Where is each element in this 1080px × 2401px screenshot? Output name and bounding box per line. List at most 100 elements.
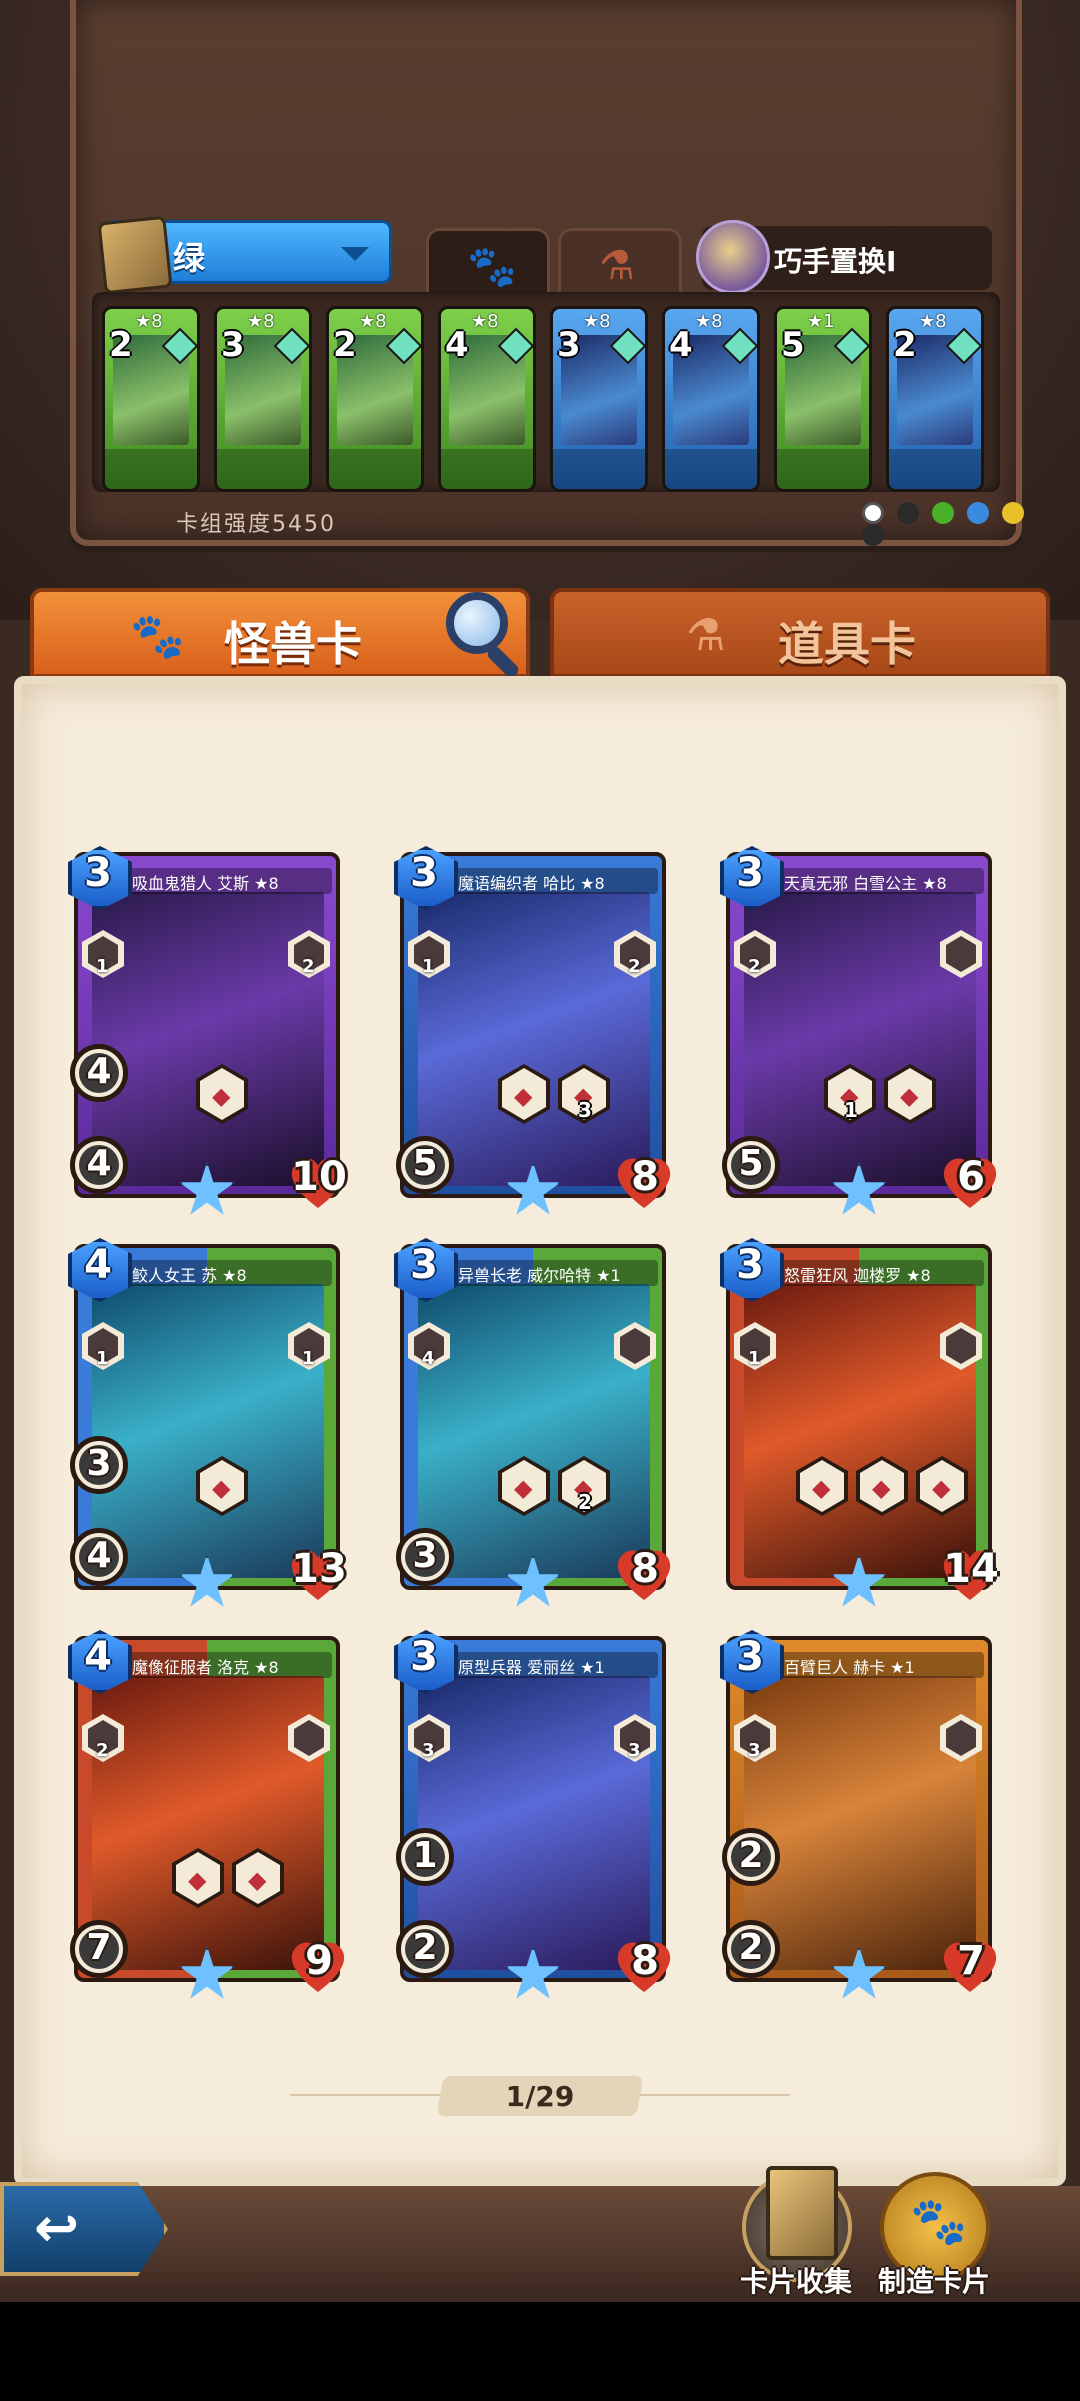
shield-value: 1: [412, 1835, 438, 1876]
deck-mini-card[interactable]: ★8 3: [550, 306, 648, 492]
card-attack-stat: 5: [722, 1136, 780, 1194]
tab-item-cards[interactable]: ⚗ 道具卡: [550, 588, 1050, 678]
deck-mini-card[interactable]: ★8 2: [326, 306, 424, 492]
filter-all-icon[interactable]: [862, 502, 884, 524]
card-hp-stat: 7: [940, 1938, 1000, 1994]
card-cost: 3: [736, 1634, 764, 1680]
deck-tab-monster[interactable]: 🐾: [426, 228, 550, 298]
card-art: [92, 1284, 324, 1578]
card-name: 吸血鬼猎人 艾斯 ★8: [132, 874, 279, 893]
card-name: 天真无邪 白雪公主 ★8: [784, 874, 947, 893]
monster-card[interactable]: 鲛人女王 苏 ★8 4 1 1 ◆ 3 4 13: [68, 1238, 340, 1618]
card-hp-stat: 14: [940, 1546, 1000, 1602]
monster-card[interactable]: 百臂巨人 赫卡 ★1 3 3 2 2 7: [720, 1630, 992, 2010]
shield-value: 4: [86, 1051, 112, 1092]
card-art: [92, 1676, 324, 1970]
deck-filter-icons[interactable]: [862, 502, 1062, 546]
card-cost: 4: [84, 1634, 112, 1680]
hp-value: 6: [957, 1154, 985, 1200]
card-name: 怒雷狂风 迦楼罗 ★8: [784, 1266, 931, 1285]
deck-tab-item[interactable]: ⚗: [558, 228, 682, 298]
tab-monster-cards[interactable]: 🐾 怪兽卡: [30, 588, 530, 680]
deck-skill-button[interactable]: 巧手置换I: [696, 220, 992, 294]
attack-value: 5: [738, 1143, 764, 1184]
pager-ornament-right: [630, 2094, 790, 2096]
card-collection-button[interactable]: 卡片收集: [740, 2166, 852, 2298]
card-stars: ★8: [135, 311, 163, 332]
monster-card[interactable]: 魔像征服者 洛克 ★8 4 2 ◆ ◆ 7 9: [68, 1630, 340, 2010]
filter-other-icon[interactable]: [862, 524, 884, 546]
card-cost: 4: [445, 325, 469, 365]
hp-value: 7: [957, 1938, 985, 1984]
deck-mini-card[interactable]: ★8 4: [438, 306, 536, 492]
deck-mini-card[interactable]: ★8 2: [102, 306, 200, 492]
filter-nature-icon[interactable]: [932, 502, 955, 524]
card-cost: 2: [893, 325, 917, 365]
filter-water-icon[interactable]: [967, 502, 990, 524]
craft-card-label: 制造卡片: [877, 2265, 990, 2298]
attack-value: 7: [86, 1927, 112, 1968]
deck-mini-card[interactable]: ★8 3: [214, 306, 312, 492]
card-stars: ★8: [247, 311, 275, 332]
monster-card[interactable]: 原型兵器 爱丽丝 ★1 3 3 3 1 2 8: [394, 1630, 666, 2010]
card-art: [744, 892, 976, 1186]
card-cost: 4: [84, 1242, 112, 1288]
shield-value: 2: [738, 1835, 764, 1876]
trait-value: 3: [748, 1740, 761, 1761]
potion-icon: ⚗: [686, 610, 726, 661]
card-cost: 5: [781, 325, 805, 365]
card-cost: 3: [410, 1242, 438, 1288]
back-arrow-icon: ↩: [34, 2196, 80, 2259]
skill-avatar: [696, 220, 770, 294]
card-frame: 怒雷狂风 迦楼罗 ★8: [726, 1244, 992, 1590]
tab-item-label: 道具卡: [778, 617, 916, 671]
filter-dark-icon[interactable]: [897, 502, 920, 524]
search-icon: [446, 592, 508, 654]
chevron-down-icon: [341, 247, 369, 261]
monster-card[interactable]: 异兽长老 威尔哈特 ★1 3 4 ◆ ◆ 2 3 8: [394, 1238, 666, 1618]
card-stars: ★8: [919, 311, 947, 332]
deck-mini-card[interactable]: ★8 2: [886, 306, 984, 492]
attack-value: 4: [86, 1535, 112, 1576]
card-cost: 4: [669, 325, 693, 365]
card-stars: ★8: [359, 311, 387, 332]
trait-value: 2: [748, 956, 761, 977]
monster-card[interactable]: 魔语编织者 哈比 ★8 3 1 2 ◆ ◆ 3 5 8: [394, 846, 666, 1226]
deck-book-icon: [97, 215, 173, 295]
tab-monster-label: 怪兽卡: [224, 617, 362, 671]
card-stars: ★1: [807, 311, 835, 332]
trait-value: 1: [96, 956, 109, 977]
card-hp-stat: 8: [614, 1938, 674, 1994]
deck-mini-card[interactable]: ★1 5: [774, 306, 872, 492]
card-attack-stat: 2: [396, 1920, 454, 1978]
deck-select-dropdown[interactable]: 绿: [97, 215, 392, 295]
monster-card[interactable]: 吸血鬼猎人 艾斯 ★8 3 1 2 ◆ 4 4 10: [68, 846, 340, 1226]
back-button[interactable]: ↩: [0, 2182, 168, 2276]
card-hp-stat: 8: [614, 1546, 674, 1602]
paw-icon: 🐾: [910, 2194, 968, 2248]
card-hp-stat: 9: [288, 1938, 348, 1994]
trait-value: 2: [96, 1740, 109, 1761]
card-collection-label: 卡片收集: [739, 2265, 852, 2298]
card-attack-stat: 4: [70, 1136, 128, 1194]
card-cost: 2: [109, 325, 133, 365]
card-name: 魔语编织者 哈比 ★8: [458, 874, 605, 893]
card-stars: ★8: [695, 311, 723, 332]
potion-icon: ⚗: [599, 243, 635, 289]
card-hp-stat: 6: [940, 1154, 1000, 1210]
paw-icon: 🐾: [130, 611, 185, 662]
search-button[interactable]: [432, 582, 526, 680]
card-hp-stat: 13: [288, 1546, 348, 1602]
filter-gold-icon[interactable]: [1002, 502, 1025, 524]
card-attack-stat: 5: [396, 1136, 454, 1194]
card-art: [744, 1284, 976, 1578]
card-hp-stat: 8: [614, 1154, 674, 1210]
hp-value: 14: [943, 1546, 999, 1592]
attack-value: 2: [738, 1927, 764, 1968]
trait-value: 2: [302, 956, 315, 977]
deck-mini-card[interactable]: ★8 4: [662, 306, 760, 492]
card-art: [744, 1676, 976, 1970]
monster-card[interactable]: 怒雷狂风 迦楼罗 ★8 3 1 ◆ ◆ ◆ 14: [720, 1238, 992, 1618]
monster-card[interactable]: 天真无邪 白雪公主 ★8 3 2 ◆ 1 ◆ 5 6: [720, 846, 992, 1226]
craft-card-button[interactable]: 🐾 制造卡片: [878, 2172, 990, 2298]
